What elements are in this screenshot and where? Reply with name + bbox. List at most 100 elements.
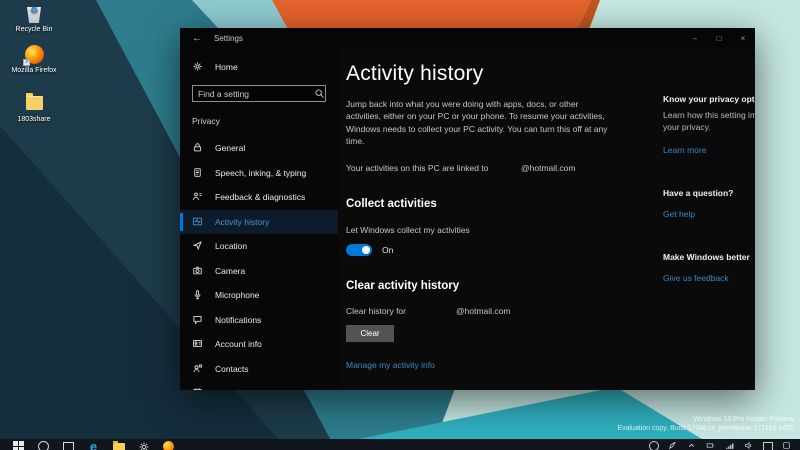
sidebar-section-privacy: Privacy bbox=[192, 116, 220, 126]
clear-history-row: Clear history for @hotmail.com bbox=[346, 306, 618, 317]
action-center-button[interactable] bbox=[777, 441, 796, 450]
file-explorer-button[interactable] bbox=[106, 441, 131, 450]
sidebar-item-label: Microphone bbox=[215, 290, 260, 301]
insider-watermark: Windows 10 Pro Insider Preview Evaluatio… bbox=[617, 415, 794, 434]
sidebar-item-feedback-diagnostics[interactable]: Feedback & diagnostics bbox=[180, 185, 338, 210]
sidebar-item-home[interactable]: Home bbox=[180, 55, 338, 79]
sidebar-item-contacts[interactable]: Contacts bbox=[180, 357, 338, 382]
learn-more-link[interactable]: Learn more bbox=[663, 145, 706, 155]
desktop-icon-1803share[interactable]: 1803share bbox=[0, 93, 68, 124]
give-feedback-link[interactable]: Give us feedback bbox=[663, 273, 729, 283]
taskbar-firefox-button[interactable] bbox=[156, 441, 181, 450]
clear-button[interactable]: Clear bbox=[346, 325, 394, 343]
edge-button[interactable]: e bbox=[81, 440, 106, 450]
manage-activity-link[interactable]: Manage my activity info bbox=[346, 360, 435, 370]
activity-history-main: Activity history Jump back into what you… bbox=[346, 62, 618, 390]
sidebar-item-label: Location bbox=[215, 241, 248, 252]
maximize-button[interactable]: □ bbox=[707, 28, 731, 48]
sidebar-item-location[interactable]: Location bbox=[180, 234, 338, 259]
input-indicator-button[interactable] bbox=[758, 441, 777, 450]
taskbar-search-button[interactable] bbox=[31, 441, 56, 450]
task-view-icon bbox=[63, 442, 74, 450]
have-question-block: Have a question? Get help bbox=[663, 188, 755, 222]
back-arrow-icon: ← bbox=[192, 32, 202, 44]
taskbar-left-icons: e bbox=[6, 440, 181, 450]
linked-account-label: Your activities on this PC are linked to bbox=[346, 163, 489, 174]
sidebar-item-general[interactable]: General bbox=[180, 136, 338, 161]
clipboard-icon bbox=[192, 167, 204, 179]
search-icon[interactable] bbox=[314, 88, 328, 99]
sidebar-item-speech-inking-typing[interactable]: Speech, inking, & typing bbox=[180, 161, 338, 186]
windows-ink-button[interactable] bbox=[663, 441, 682, 450]
taskbar-settings-button[interactable] bbox=[131, 441, 156, 450]
make-windows-better-block: Make Windows better Give us feedback bbox=[663, 252, 755, 286]
desktop-icon-label: 1803share bbox=[17, 116, 51, 123]
sidebar-item-label: Account info bbox=[215, 339, 262, 350]
help-column: Know your privacy options Learn how this… bbox=[663, 62, 755, 390]
toggle-knob bbox=[362, 246, 370, 255]
desktop-icon-firefox[interactable]: ↗ Mozilla Firefox bbox=[0, 45, 68, 75]
collect-activities-toggle[interactable] bbox=[346, 244, 372, 257]
recycle-bin-icon: ♻ bbox=[23, 4, 45, 24]
collect-toggle-label: Let Windows collect my activities bbox=[346, 225, 470, 236]
settings-gear-icon bbox=[139, 442, 148, 450]
page-title: Activity history bbox=[346, 62, 484, 85]
minimize-button[interactable]: – bbox=[683, 28, 707, 48]
system-tray bbox=[644, 441, 796, 450]
sidebar-item-camera[interactable]: Camera bbox=[180, 259, 338, 284]
privacy-options-block: Know your privacy options Learn how this… bbox=[663, 94, 755, 158]
gear-icon bbox=[192, 61, 204, 73]
desktop-icon-recycle-bin[interactable]: ♻ Recycle Bin bbox=[0, 4, 68, 34]
volume-button[interactable] bbox=[739, 441, 758, 450]
clear-history-label: Clear history for bbox=[346, 306, 406, 317]
sidebar-nav-list: General Speech, inking, & typing Feedbac… bbox=[180, 136, 338, 390]
firefox-icon: ↗ bbox=[23, 45, 45, 66]
close-button[interactable]: × bbox=[731, 28, 755, 48]
watermark-line2: Evaluation copy. Build 17046.rs_prerelea… bbox=[617, 425, 794, 433]
folder-icon bbox=[23, 93, 45, 114]
battery-button[interactable] bbox=[701, 441, 720, 450]
sidebar-item-account-info[interactable]: Account info bbox=[180, 332, 338, 357]
sidebar-item-label: Calendar bbox=[215, 388, 250, 390]
back-button[interactable]: ← bbox=[180, 33, 214, 44]
action-center-icon bbox=[783, 442, 790, 449]
sidebar-item-label: Camera bbox=[215, 265, 246, 276]
location-icon bbox=[192, 240, 204, 252]
maximize-icon: □ bbox=[716, 33, 722, 43]
linked-account-value: @hotmail.com bbox=[521, 163, 576, 174]
input-language-icon bbox=[762, 442, 773, 450]
title-bar: ← Settings – □ × bbox=[180, 28, 755, 48]
close-icon: × bbox=[740, 33, 746, 43]
sidebar-item-label: Activity history bbox=[215, 216, 270, 227]
start-button[interactable] bbox=[6, 441, 31, 450]
linked-account-row: Your activities on this PC are linked to… bbox=[346, 163, 618, 174]
get-help-link[interactable]: Get help bbox=[663, 209, 695, 219]
sidebar-home-label: Home bbox=[215, 62, 238, 72]
speaker-icon bbox=[745, 441, 752, 450]
activity-pulse-icon bbox=[192, 216, 204, 228]
collect-toggle-row: On bbox=[346, 244, 618, 257]
sidebar-item-activity-history[interactable]: Activity history bbox=[180, 209, 338, 234]
network-icon bbox=[726, 443, 734, 449]
desktop-icon-label: Mozilla Firefox bbox=[11, 67, 57, 74]
settings-sidebar: Home Privacy General Speech, inking, & t… bbox=[180, 48, 338, 390]
taskbar: e bbox=[0, 439, 800, 450]
window-controls: – □ × bbox=[683, 28, 755, 48]
toggle-state-label: On bbox=[382, 245, 394, 256]
sidebar-item-notifications[interactable]: Notifications bbox=[180, 308, 338, 333]
privacy-options-heading: Know your privacy options bbox=[663, 94, 755, 104]
sidebar-item-label: Contacts bbox=[215, 363, 249, 374]
settings-window: ← Settings – □ × Home Privacy bbox=[180, 28, 755, 390]
search-circle-icon bbox=[38, 441, 49, 450]
network-button[interactable] bbox=[720, 441, 739, 450]
taskbar-firefox-icon bbox=[163, 441, 174, 450]
people-button[interactable] bbox=[644, 441, 663, 450]
sidebar-item-calendar[interactable]: Calendar bbox=[180, 381, 338, 390]
tray-overflow-button[interactable] bbox=[682, 441, 701, 450]
account-card-icon bbox=[192, 338, 204, 350]
search-input[interactable] bbox=[193, 88, 314, 99]
sidebar-item-microphone[interactable]: Microphone bbox=[180, 283, 338, 308]
camera-icon bbox=[192, 265, 204, 277]
task-view-button[interactable] bbox=[56, 441, 81, 450]
file-explorer-icon bbox=[112, 441, 125, 450]
